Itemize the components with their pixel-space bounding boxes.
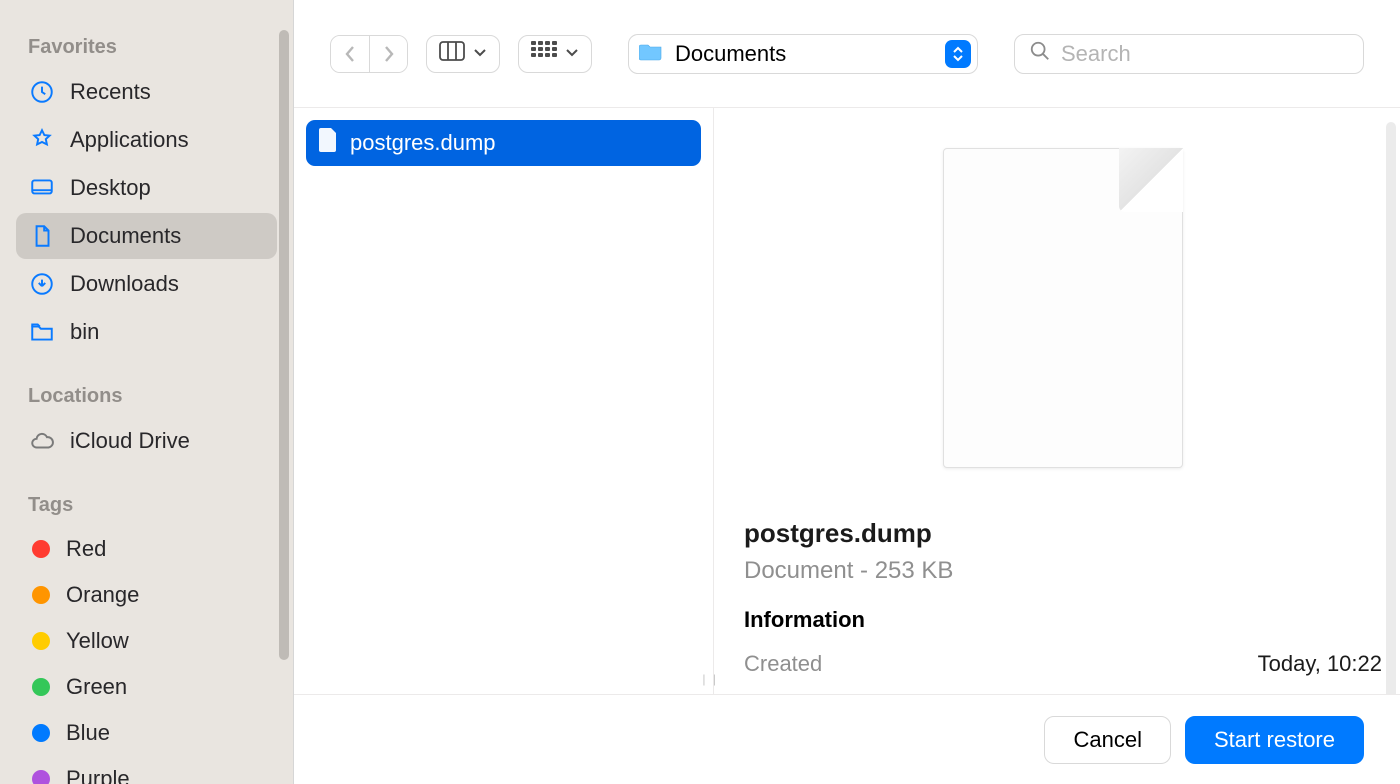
- sidebar-item-label: Blue: [66, 720, 110, 746]
- locations-heading: Locations: [16, 379, 277, 416]
- back-button[interactable]: [331, 36, 369, 72]
- sidebar-item-label: Purple: [66, 766, 130, 784]
- sidebar-item-icloud[interactable]: iCloud Drive: [16, 418, 277, 464]
- sidebar-tag-red[interactable]: Red: [16, 527, 277, 571]
- cancel-button[interactable]: Cancel: [1044, 716, 1170, 764]
- file-list-column: postgres.dump | |: [294, 108, 714, 694]
- sidebar-tag-blue[interactable]: Blue: [16, 711, 277, 755]
- columns-icon: [439, 41, 465, 66]
- main-panel: Documents postgres.dump | |: [293, 0, 1400, 784]
- folder-icon: [28, 318, 56, 346]
- sidebar-tag-green[interactable]: Green: [16, 665, 277, 709]
- sidebar-item-label: Green: [66, 674, 127, 700]
- preview-scrollbar[interactable]: [1386, 122, 1396, 694]
- sidebar: Favorites Recents Applications Desktop D…: [0, 0, 293, 784]
- toolbar: Documents: [294, 0, 1400, 108]
- tag-dot-icon: [32, 678, 50, 696]
- sidebar-item-bin[interactable]: bin: [16, 309, 277, 355]
- location-select[interactable]: Documents: [628, 34, 978, 74]
- preview-info-heading: Information: [744, 607, 1382, 633]
- favorites-heading: Favorites: [16, 30, 277, 67]
- start-restore-button[interactable]: Start restore: [1185, 716, 1364, 764]
- sidebar-item-label: Yellow: [66, 628, 129, 654]
- sidebar-item-label: Applications: [70, 127, 189, 153]
- view-columns-button[interactable]: [426, 35, 500, 73]
- sidebar-item-downloads[interactable]: Downloads: [16, 261, 277, 307]
- grid-icon: [531, 41, 557, 66]
- sidebar-tag-purple[interactable]: Purple: [16, 757, 277, 784]
- page-fold-icon: [1119, 148, 1183, 212]
- search-icon: [1029, 40, 1051, 67]
- sidebar-item-applications[interactable]: Applications: [16, 117, 277, 163]
- folder-icon: [639, 41, 663, 66]
- sidebar-item-label: bin: [70, 319, 99, 345]
- tag-dot-icon: [32, 540, 50, 558]
- nav-history: [330, 35, 408, 73]
- sidebar-item-label: Documents: [70, 223, 181, 249]
- file-thumbnail: [943, 148, 1183, 468]
- preview-subtitle: Document - 253 KB: [744, 557, 1382, 585]
- clock-icon: [28, 78, 56, 106]
- sidebar-item-desktop[interactable]: Desktop: [16, 165, 277, 211]
- sidebar-tag-yellow[interactable]: Yellow: [16, 619, 277, 663]
- chevron-down-icon: [473, 45, 487, 63]
- sidebar-item-label: iCloud Drive: [70, 428, 190, 454]
- sidebar-item-label: Red: [66, 536, 106, 562]
- file-row[interactable]: postgres.dump: [306, 120, 701, 166]
- desktop-icon: [28, 174, 56, 202]
- updown-icon: [945, 40, 971, 68]
- forward-button[interactable]: [369, 36, 407, 72]
- sidebar-item-label: Desktop: [70, 175, 151, 201]
- tag-dot-icon: [32, 770, 50, 784]
- preview-created-value: Today, 10:22: [1258, 651, 1382, 677]
- download-icon: [28, 270, 56, 298]
- document-icon: [318, 128, 338, 158]
- search-field[interactable]: [1014, 34, 1364, 74]
- location-label: Documents: [675, 41, 933, 67]
- sidebar-item-label: Recents: [70, 79, 151, 105]
- preview-filename: postgres.dump: [744, 518, 1382, 549]
- sidebar-item-documents[interactable]: Documents: [16, 213, 277, 259]
- sidebar-item-recents[interactable]: Recents: [16, 69, 277, 115]
- sidebar-item-label: Downloads: [70, 271, 179, 297]
- dialog-footer: Cancel Start restore: [294, 694, 1400, 784]
- tag-dot-icon: [32, 632, 50, 650]
- chevron-down-icon: [565, 45, 579, 63]
- sidebar-tag-orange[interactable]: Orange: [16, 573, 277, 617]
- view-grid-button[interactable]: [518, 35, 592, 73]
- tag-dot-icon: [32, 724, 50, 742]
- cloud-icon: [28, 427, 56, 455]
- preview-column: postgres.dump Document - 253 KB Informat…: [714, 108, 1400, 694]
- sidebar-item-label: Orange: [66, 582, 139, 608]
- tags-heading: Tags: [16, 488, 277, 525]
- sidebar-scrollbar[interactable]: [279, 30, 289, 660]
- file-name: postgres.dump: [350, 130, 496, 156]
- content-area: postgres.dump | | postgres.dump Document…: [294, 108, 1400, 694]
- preview-created-label: Created: [744, 651, 822, 677]
- tag-dot-icon: [32, 586, 50, 604]
- applications-icon: [28, 126, 56, 154]
- document-icon: [28, 222, 56, 250]
- preview-created-row: Created Today, 10:22: [744, 651, 1382, 677]
- search-input[interactable]: [1061, 41, 1349, 67]
